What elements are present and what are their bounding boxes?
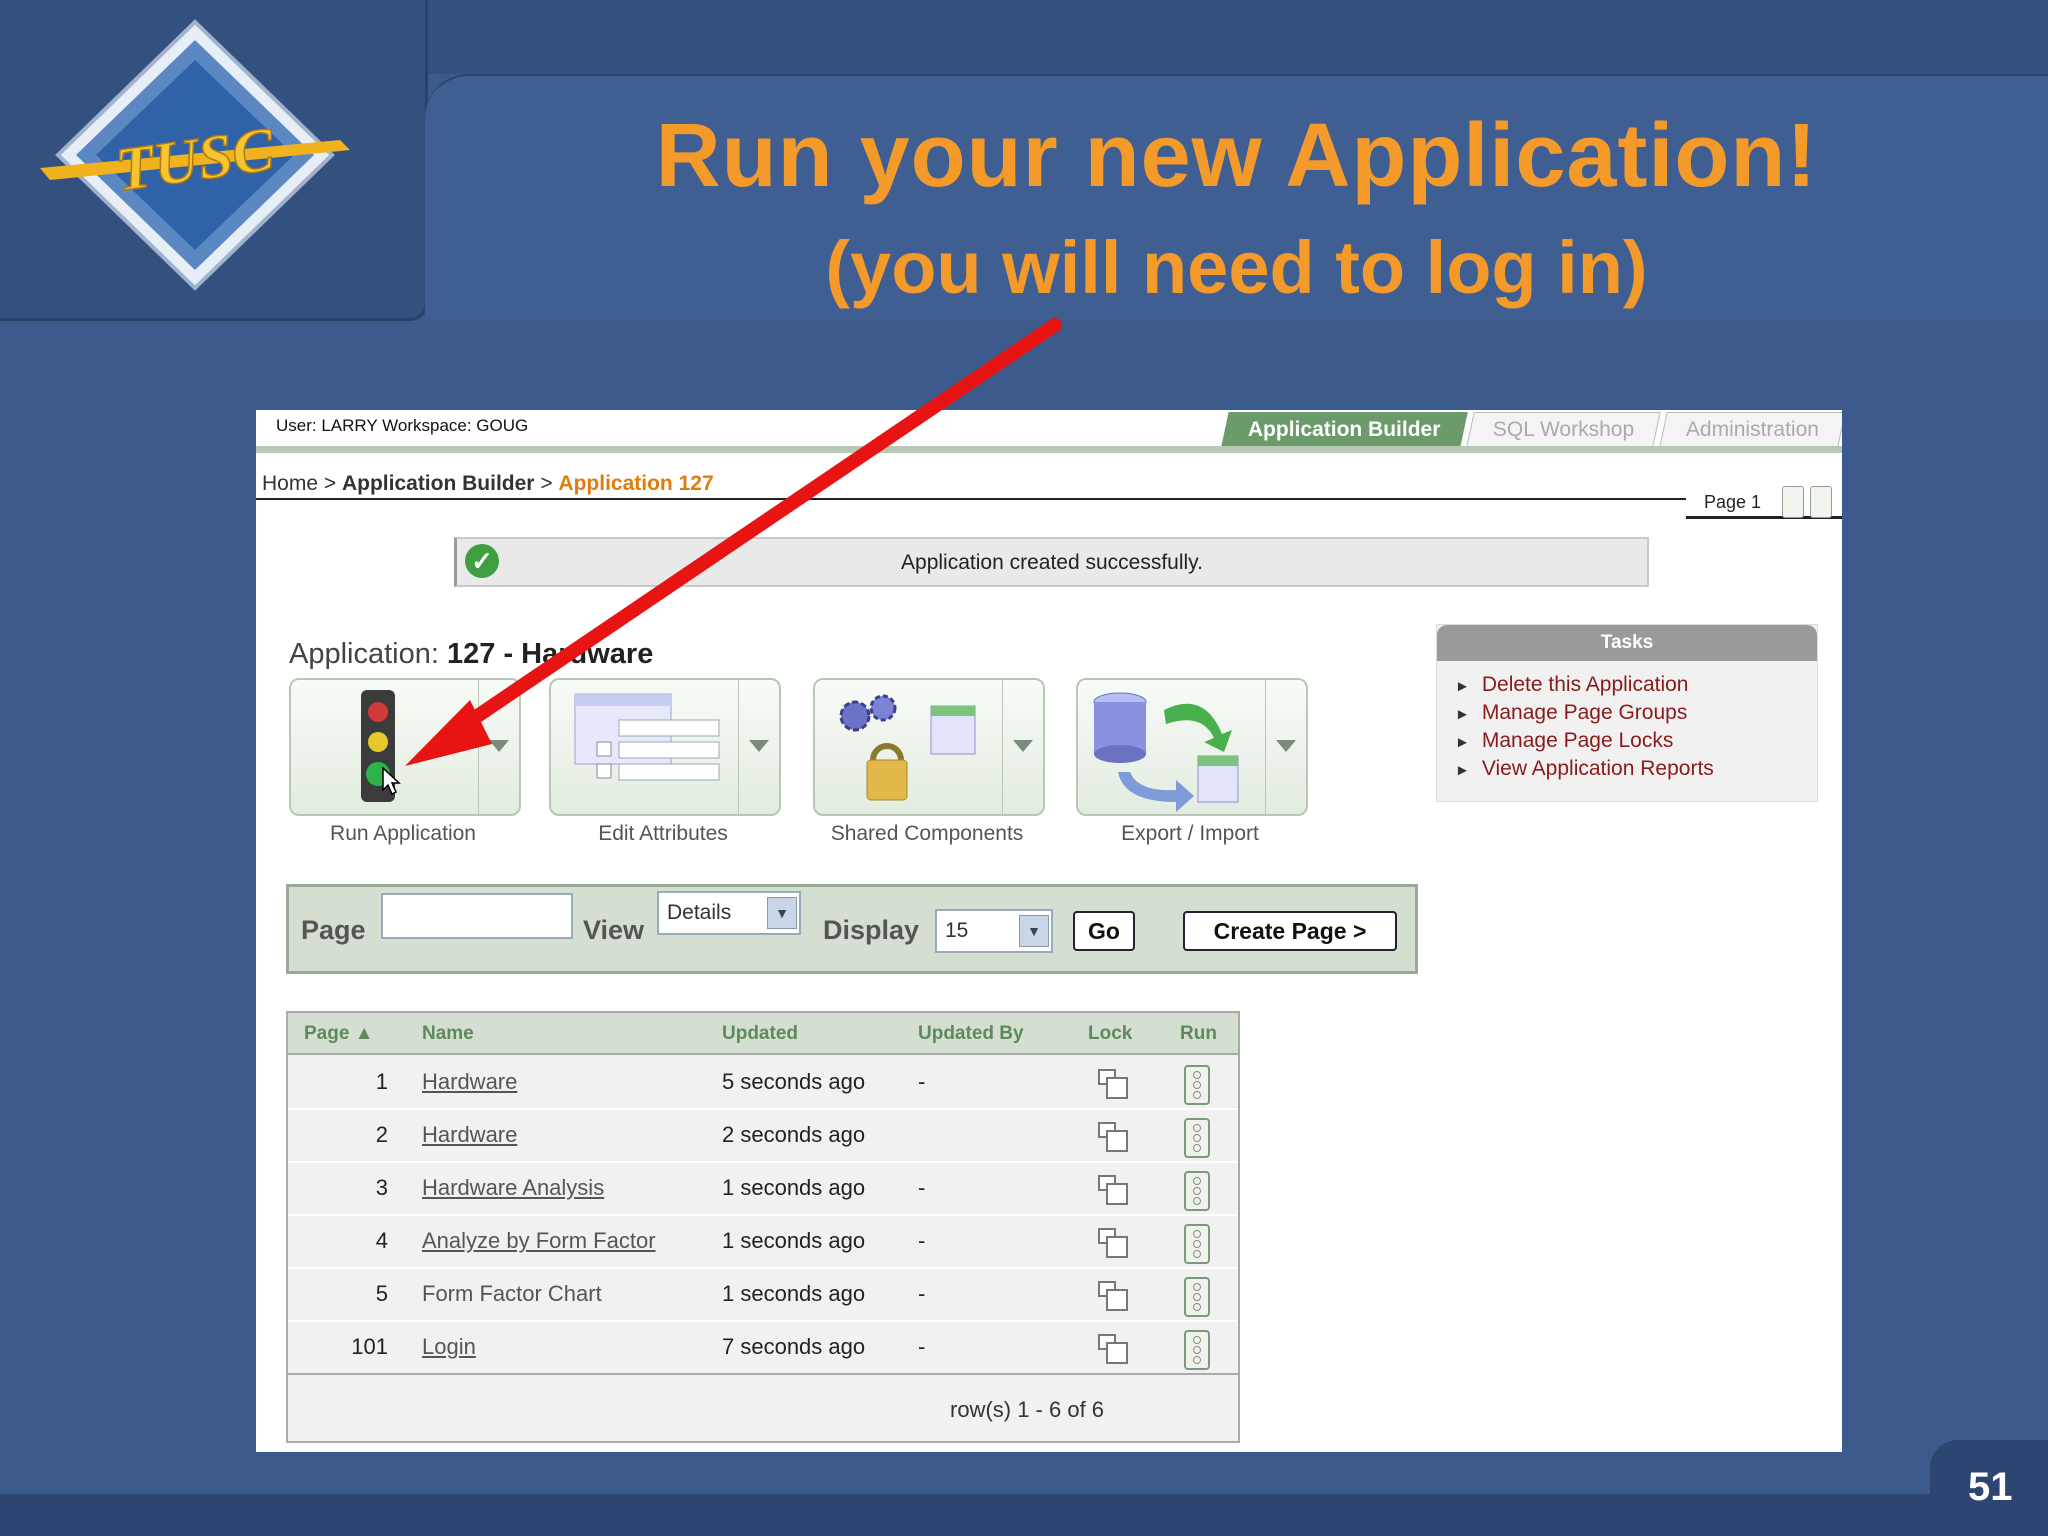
annotation-arrow [405, 318, 1062, 766]
slide-page-number: 51 [1968, 1465, 2013, 1509]
slide-footer-band [0, 1494, 2048, 1536]
